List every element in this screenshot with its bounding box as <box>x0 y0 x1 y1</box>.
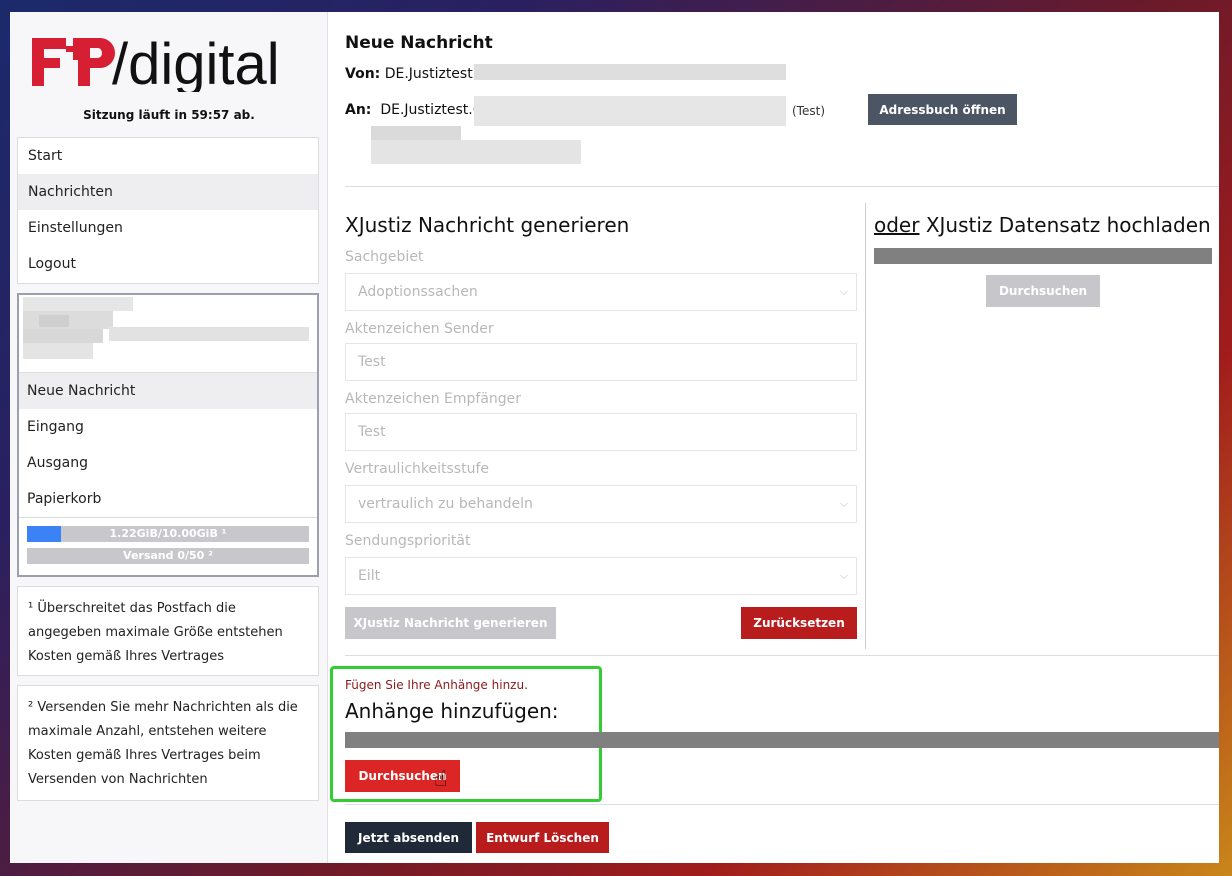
nav-item-nachrichten[interactable]: Nachrichten <box>18 174 318 210</box>
from-label: Von: <box>345 66 381 82</box>
az-empfaenger-label: Aktenzeichen Empfänger <box>345 391 522 407</box>
divider-bottom <box>345 804 1219 805</box>
nav-item-start[interactable]: Start <box>18 138 318 174</box>
az-sender-label: Aktenzeichen Sender <box>345 321 494 337</box>
sachgebiet-select[interactable]: Adoptionssachen ⌵ <box>345 273 857 311</box>
to-redacted-2 <box>371 126 461 140</box>
mailbox-panel: Neue Nachricht Eingang Ausgang Papierkor… <box>17 293 319 577</box>
storage-usage-text: 1.22GiB/10.00GiB ¹ <box>109 527 227 540</box>
send-quota-text: Versand 0/50 ² <box>123 549 213 562</box>
az-empfaenger-value: Test <box>358 424 386 440</box>
mailbox-stats: 1.22GiB/10.00GiB ¹ Versand 0/50 ² <box>19 517 317 564</box>
from-value: DE.Justiztest.1 <box>384 66 487 82</box>
sidebar: /digital Sitzung läuft in 59:57 ab. Star… <box>10 12 328 863</box>
footnote-storage: ¹ Überschreitet das Postfach die angegeb… <box>17 586 319 676</box>
attachments-hint: Fügen Sie Ihre Anhänge hinzu. <box>345 678 528 692</box>
recipient-test-tag: (Test) <box>792 104 825 118</box>
az-sender-value: Test <box>358 354 386 370</box>
sachgebiet-label: Sachgebiet <box>345 249 424 265</box>
upload-file-input[interactable] <box>874 248 1212 264</box>
vertraulichkeit-value: vertraulich zu behandeln <box>358 496 533 512</box>
chevron-down-icon: ⌵ <box>839 285 848 298</box>
to-value: DE.Justiztest.6 <box>380 102 482 118</box>
prioritaet-label: Sendungspriorität <box>345 533 471 549</box>
app-window: /digital Sitzung läuft in 59:57 ab. Star… <box>10 12 1219 863</box>
prioritaet-select[interactable]: Eilt ⌵ <box>345 557 857 595</box>
logo-suffix: /digital <box>112 32 280 92</box>
sachgebiet-value: Adoptionssachen <box>358 284 478 300</box>
upload-title: oder XJustiz Datensatz hochladen <box>874 213 1211 237</box>
chevron-down-icon: ⌵ <box>839 497 848 510</box>
divider-top <box>345 186 1219 187</box>
az-sender-input[interactable]: Test <box>345 343 857 381</box>
nav-item-einstellungen[interactable]: Einstellungen <box>18 210 318 246</box>
prioritaet-value: Eilt <box>358 568 381 584</box>
delete-draft-button[interactable]: Entwurf Löschen <box>476 822 609 853</box>
column-divider <box>865 203 866 649</box>
from-line: Von: DE.Justiztest.1 <box>345 66 486 82</box>
nav-item-logout[interactable]: Logout <box>18 246 318 282</box>
divider-mid <box>345 655 1219 656</box>
storage-usage-bar: 1.22GiB/10.00GiB ¹ <box>27 526 309 542</box>
open-addressbook-button[interactable]: Adressbuch öffnen <box>868 94 1017 125</box>
from-redacted <box>474 64 786 80</box>
fp-digital-logo[interactable]: /digital <box>30 32 310 97</box>
upload-browse-button[interactable]: Durchsuchen <box>986 275 1100 307</box>
logo-graphic: /digital <box>32 32 280 97</box>
vertraulichkeit-select[interactable]: vertraulich zu behandeln ⌵ <box>345 485 857 523</box>
mailbox-item-ausgang[interactable]: Ausgang <box>19 445 317 481</box>
generate-xjustiz-button[interactable]: XJustiz Nachricht generieren <box>345 607 556 639</box>
footnote-sending: ² Versenden Sie mehr Nachrichten als die… <box>17 685 319 801</box>
to-line: An: DE.Justiztest.6 <box>345 102 482 118</box>
send-now-button[interactable]: Jetzt absenden <box>345 822 472 853</box>
vertraulichkeit-label: Vertraulichkeitsstufe <box>345 461 489 477</box>
mailbox-item-eingang[interactable]: Eingang <box>19 409 317 445</box>
xjustiz-generate-title: XJustiz Nachricht generieren <box>345 213 630 237</box>
attachments-title: Anhänge hinzufügen: <box>345 699 559 723</box>
az-empfaenger-input[interactable]: Test <box>345 413 857 451</box>
page-title: Neue Nachricht <box>345 33 493 53</box>
main-nav: Start Nachrichten Einstellungen Logout <box>17 137 319 284</box>
to-redacted <box>474 96 786 126</box>
to-redacted-3 <box>371 140 581 164</box>
to-label: An: <box>345 102 372 118</box>
reset-button[interactable]: Zurücksetzen <box>741 607 857 639</box>
mailbox-item-papierkorb[interactable]: Papierkorb <box>19 481 317 517</box>
session-timer: Sitzung läuft in 59:57 ab. <box>83 108 255 122</box>
send-quota-bar: Versand 0/50 ² <box>27 548 309 564</box>
mailbox-item-neue-nachricht[interactable]: Neue Nachricht <box>19 373 317 409</box>
compose-area: Neue Nachricht Von: DE.Justiztest.1 An: … <box>329 12 1219 863</box>
upload-or-word: oder <box>874 213 920 237</box>
chevron-down-icon: ⌵ <box>839 569 848 582</box>
upload-title-rest: XJustiz Datensatz hochladen <box>919 213 1211 237</box>
mailbox-name-redacted <box>19 295 317 373</box>
attachments-file-input[interactable] <box>345 732 1219 748</box>
hand-cursor-icon: ☝ <box>434 767 448 792</box>
